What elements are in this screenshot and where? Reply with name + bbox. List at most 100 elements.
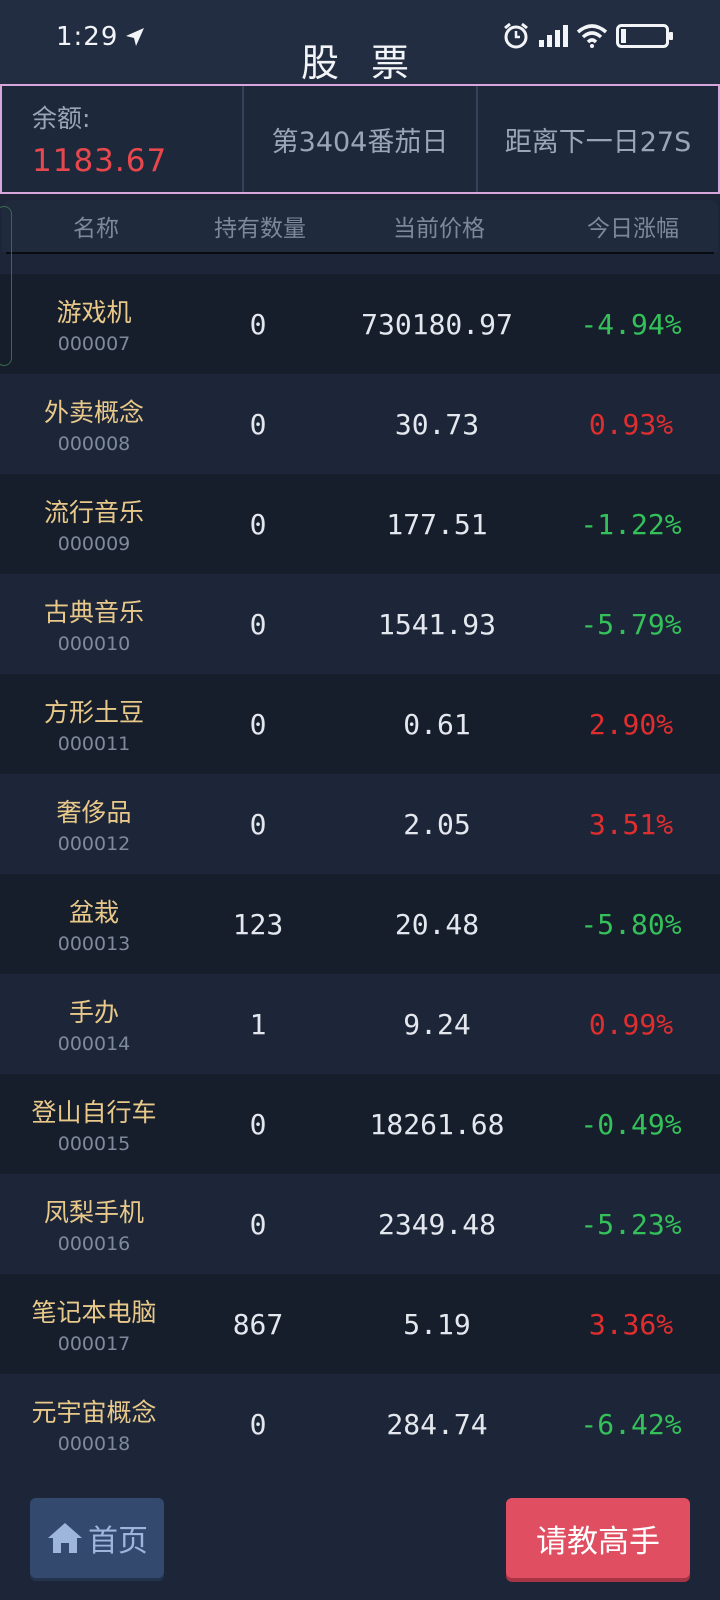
stock-change: -5.80% — [580, 907, 682, 941]
stock-name: 元宇宙概念 — [31, 1398, 157, 1427]
stock-price: 2.05 — [403, 807, 471, 841]
stock-name-cell: 笔记本电脑 000017 — [0, 1293, 188, 1355]
stock-change: 3.36% — [588, 1307, 674, 1341]
next-day-countdown: 距离下一日27S — [476, 86, 718, 192]
stock-list[interactable]: 游戏机 000007 0 730180.97 -4.94% 外卖概念 000008 0 30.7… — [0, 254, 720, 1470]
stock-row[interactable]: 奢侈品 000012 0 2.05 3.51% — [0, 774, 720, 874]
stock-change: -1.22% — [580, 507, 682, 541]
stock-price: 730180.97 — [361, 307, 513, 341]
stock-name: 外卖概念 — [43, 398, 144, 427]
column-header-quantity: 持有数量 — [214, 216, 306, 242]
stock-row[interactable]: 凤梨手机 000016 0 2349.48 -5.23% — [0, 1174, 720, 1274]
stock-name: 登山自行车 — [31, 1098, 157, 1127]
stock-quantity: 0 — [249, 407, 267, 441]
stock-code: 000012 — [57, 833, 131, 855]
stock-code: 000008 — [57, 433, 131, 455]
stock-code: 000009 — [57, 533, 131, 555]
stock-row[interactable]: 元宇宙概念 000018 0 284.74 -6.42% — [0, 1374, 720, 1470]
stock-code: 000016 — [57, 1233, 131, 1255]
stock-code: 000011 — [57, 733, 131, 755]
column-header-price: 当前价格 — [393, 216, 485, 242]
home-button-label: 首页 — [88, 1524, 148, 1559]
stock-change: -6.42% — [580, 1407, 682, 1441]
stock-price: 30.73 — [394, 407, 480, 441]
stock-name: 凤梨手机 — [43, 1198, 144, 1227]
stock-price: 5.19 — [403, 1307, 471, 1341]
stock-row[interactable]: 笔记本电脑 000017 867 5.19 3.36% — [0, 1274, 720, 1374]
stock-quantity: 0 — [249, 1407, 267, 1441]
ask-expert-label: 请教高手 — [536, 1523, 660, 1560]
stock-change: -0.49% — [580, 1107, 682, 1141]
column-header-change: 今日涨幅 — [587, 216, 679, 242]
stock-row[interactable]: 游戏机 000007 0 730180.97 -4.94% — [0, 274, 720, 374]
home-button[interactable]: 首页 — [30, 1498, 164, 1578]
stock-name-cell: 方形土豆 000011 — [0, 693, 188, 755]
stock-quantity: 123 — [232, 907, 284, 941]
stock-name-cell: 游戏机 000007 — [0, 293, 188, 355]
stock-price: 9.24 — [403, 1007, 471, 1041]
account-info-bar: 余额: 1183.67 第3404番茄日 距离下一日27S — [0, 84, 720, 194]
ask-expert-button[interactable]: 请教高手 — [506, 1498, 690, 1578]
stock-name: 盆栽 — [68, 898, 119, 927]
stock-row[interactable]: 登山自行车 000015 0 18261.68 -0.49% — [0, 1074, 720, 1174]
table-row-partial — [0, 254, 720, 274]
stock-price: 0.61 — [403, 707, 471, 741]
stock-code: 000013 — [57, 933, 131, 955]
stock-price: 20.48 — [394, 907, 480, 941]
stock-name-cell: 盆栽 000013 — [0, 893, 188, 955]
stock-quantity: 0 — [249, 1207, 267, 1241]
stock-quantity: 1 — [249, 1007, 267, 1041]
stock-price: 177.51 — [386, 507, 488, 541]
stock-name: 流行音乐 — [43, 498, 144, 527]
day-counter: 第3404番茄日 — [242, 86, 476, 192]
stock-name-cell: 手办 000014 — [0, 993, 188, 1055]
page-title: 股 票 — [300, 41, 420, 85]
footer-bar: 首页 请教高手 — [0, 1470, 720, 1600]
stock-quantity: 0 — [249, 507, 267, 541]
side-drawer-handle[interactable] — [0, 206, 12, 366]
stock-code: 000015 — [57, 1133, 131, 1155]
column-header-name: 名称 — [73, 216, 119, 242]
table-header: 名称 持有数量 当前价格 今日涨幅 — [2, 200, 718, 252]
stock-code: 000014 — [57, 1033, 131, 1055]
app-header: 1:29 股 票 — [0, 0, 720, 85]
stock-quantity: 867 — [232, 1307, 284, 1341]
balance-panel: 余额: 1183.67 — [2, 86, 242, 192]
stock-price: 284.74 — [386, 1407, 488, 1441]
stock-change: -5.23% — [580, 1207, 682, 1241]
home-icon — [48, 1523, 82, 1553]
stock-name: 古典音乐 — [43, 598, 144, 627]
stock-quantity: 0 — [249, 707, 267, 741]
stock-row[interactable]: 古典音乐 000010 0 1541.93 -5.79% — [0, 574, 720, 674]
stock-name-cell: 外卖概念 000008 — [0, 393, 188, 455]
stock-name-cell: 流行音乐 000009 — [0, 493, 188, 555]
stock-row[interactable]: 外卖概念 000008 0 30.73 0.93% — [0, 374, 720, 474]
stock-name-cell: 奢侈品 000012 — [0, 793, 188, 855]
stock-name: 手办 — [68, 998, 119, 1027]
stock-change: 0.99% — [588, 1007, 674, 1041]
stock-name: 游戏机 — [56, 298, 132, 327]
stock-price: 18261.68 — [369, 1107, 505, 1141]
stock-row[interactable]: 手办 000014 1 9.24 0.99% — [0, 974, 720, 1074]
stock-quantity: 0 — [249, 607, 267, 641]
stock-price: 2349.48 — [377, 1207, 496, 1241]
stock-name: 笔记本电脑 — [31, 1298, 157, 1327]
stock-row[interactable]: 流行音乐 000009 0 177.51 -1.22% — [0, 474, 720, 574]
stock-name-cell: 元宇宙概念 000018 — [0, 1393, 188, 1455]
stock-row[interactable]: 方形土豆 000011 0 0.61 2.90% — [0, 674, 720, 774]
stock-code: 000017 — [57, 1333, 131, 1355]
balance-value: 1183.67 — [32, 143, 168, 179]
stock-change: 0.93% — [588, 407, 674, 441]
stock-change: -4.94% — [580, 307, 682, 341]
stock-code: 000010 — [57, 633, 131, 655]
stock-name-cell: 凤梨手机 000016 — [0, 1193, 188, 1255]
stock-name-cell: 古典音乐 000010 — [0, 593, 188, 655]
stock-row[interactable]: 盆栽 000013 123 20.48 -5.80% — [0, 874, 720, 974]
balance-label: 余额: — [32, 104, 91, 133]
stock-name: 方形土豆 — [43, 698, 144, 727]
stock-quantity: 0 — [249, 1107, 267, 1141]
stock-code: 000018 — [57, 1433, 131, 1455]
stock-quantity: 0 — [249, 807, 267, 841]
stock-code: 000007 — [57, 333, 131, 355]
stock-change: -5.79% — [580, 607, 682, 641]
